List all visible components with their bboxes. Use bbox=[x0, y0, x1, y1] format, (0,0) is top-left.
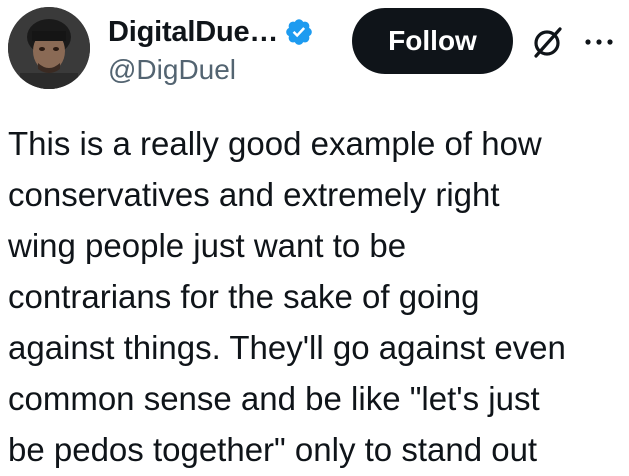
tweet-text: This is a really good example of how con… bbox=[8, 125, 566, 468]
follow-button[interactable]: Follow bbox=[352, 8, 513, 74]
avatar-image bbox=[8, 7, 90, 89]
tweet-header: DigitalDue… @DigDuel Follow bbox=[0, 0, 629, 100]
user-handle[interactable]: @DigDuel bbox=[108, 54, 236, 86]
more-options-icon[interactable] bbox=[580, 32, 620, 52]
verified-badge-icon bbox=[284, 17, 314, 47]
name-row: DigitalDue… bbox=[108, 12, 314, 52]
display-name[interactable]: DigitalDue… bbox=[108, 16, 278, 49]
grok-icon[interactable] bbox=[530, 24, 566, 60]
avatar[interactable] bbox=[8, 7, 90, 89]
